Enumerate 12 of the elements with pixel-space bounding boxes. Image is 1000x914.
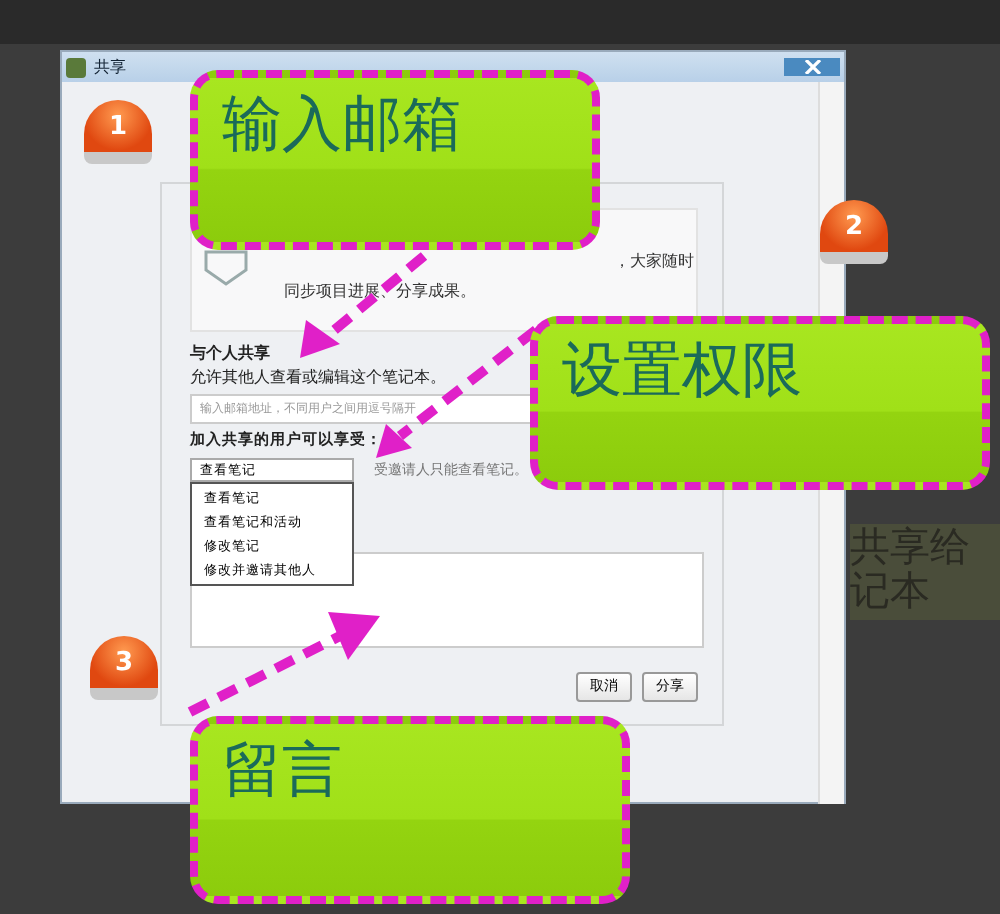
- section-title: 与个人共享: [190, 344, 272, 364]
- number-badge: 2: [820, 200, 888, 264]
- callout-label: 留言: [222, 736, 342, 806]
- shield-icon: [204, 250, 248, 286]
- window-title: 共享: [94, 56, 126, 78]
- intro-text: ，大家随时: [612, 250, 694, 272]
- close-button[interactable]: [784, 58, 840, 76]
- section-description: 允许其他人查看或编辑这个笔记本。: [190, 366, 448, 388]
- callout-label: 设置权限: [562, 336, 802, 406]
- callout-label: 输入邮箱: [222, 90, 462, 160]
- app-icon: [66, 57, 86, 77]
- close-icon: [803, 60, 821, 74]
